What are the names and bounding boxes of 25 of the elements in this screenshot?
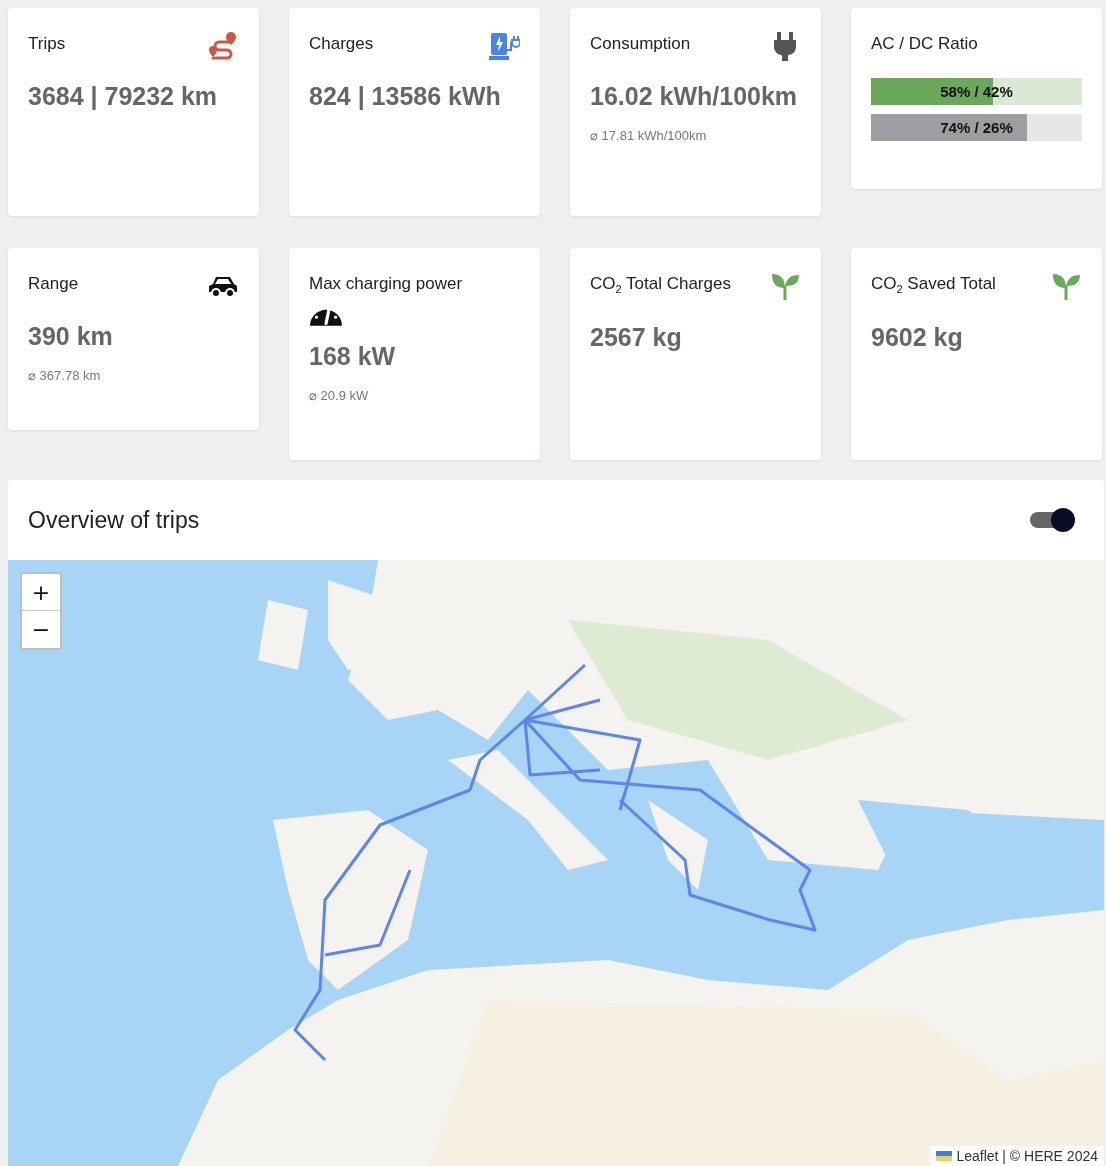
average-value: ⌀ 17.81 kWh/100km	[590, 128, 708, 143]
average-value: ⌀ 20.9 kW	[309, 388, 370, 403]
card-title: AC / DC Ratio	[871, 33, 978, 55]
card-title: Range	[28, 273, 79, 295]
flag-icon	[936, 1151, 953, 1161]
stat-value: 3684 | 79232 km	[28, 82, 219, 110]
ratio-bar: 74% / 26%	[871, 114, 1082, 141]
average-value: ⌀ 367.78 km	[28, 368, 102, 383]
stat-value: 9602 kg	[871, 323, 964, 352]
toggle-switch[interactable]	[1028, 507, 1076, 533]
card-title: Trips	[28, 33, 66, 55]
map-attribution: Leaflet | © HERE 2024	[956, 1148, 1098, 1164]
stat-value: 390 km	[28, 322, 114, 350]
charging-station-icon	[488, 30, 520, 62]
card-title: Consumption	[590, 33, 691, 55]
stat-value: 824 | 13586 kWh	[309, 82, 502, 110]
stat-value: 168 kW	[309, 342, 397, 370]
stat-value: 2567 kg	[590, 323, 683, 352]
card-title: CO$_{2}$ Total Charges	[590, 273, 731, 298]
card-title: Charges	[309, 33, 374, 55]
stat-value: 16.02 kWh/100km	[590, 82, 799, 110]
card-title: CO$_{2}$ Saved Total	[871, 273, 996, 298]
route-icon	[207, 30, 239, 62]
card-title: Max charging power	[309, 273, 463, 295]
section-title: Overview of trips	[28, 506, 200, 534]
